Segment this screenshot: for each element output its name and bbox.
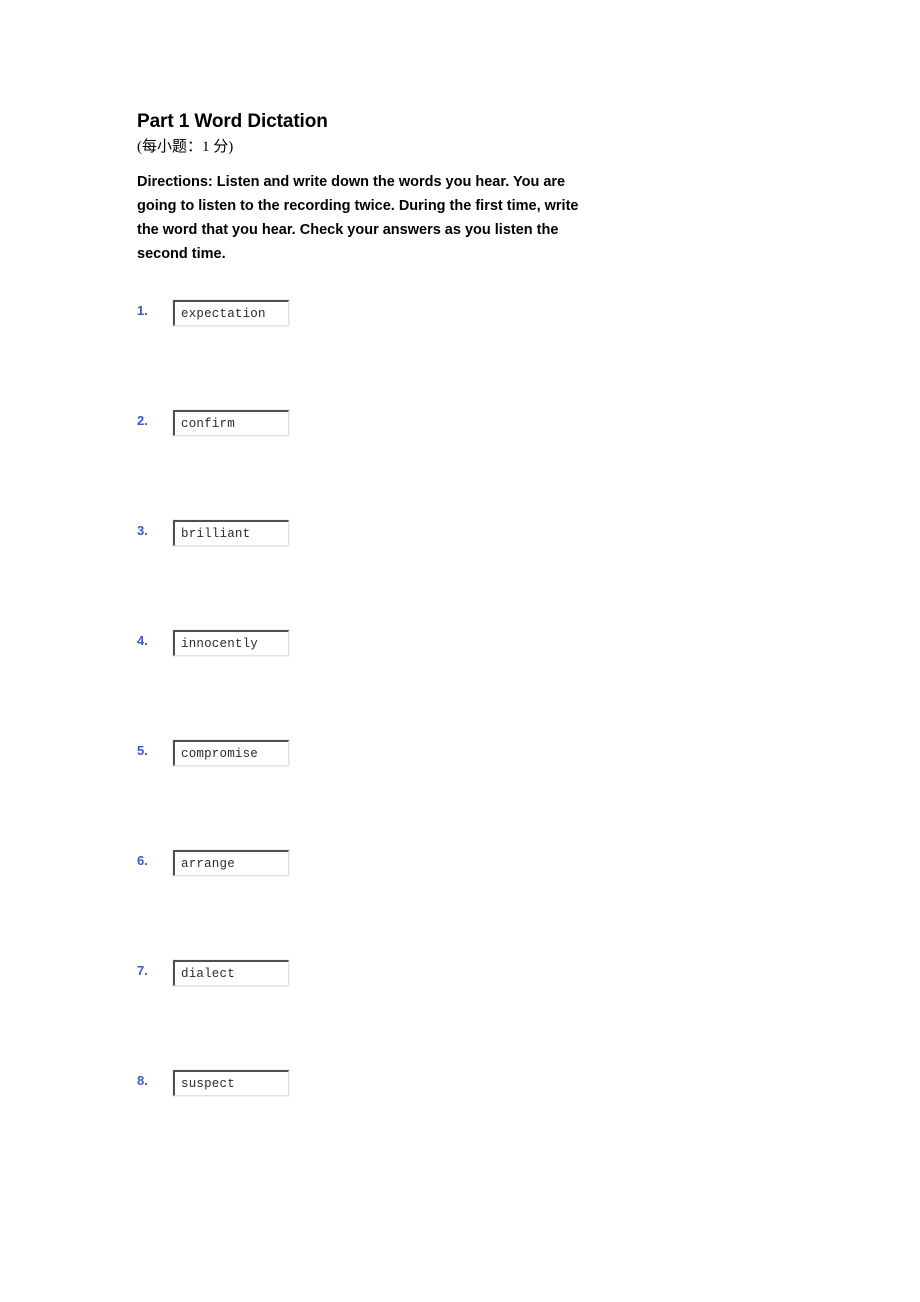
answer-input-3[interactable]: brilliant bbox=[172, 519, 290, 547]
answer-value: confirm bbox=[181, 416, 235, 431]
list-item: 8. suspect bbox=[137, 1069, 757, 1180]
list-item: 5. compromise bbox=[137, 739, 757, 850]
answer-value: dialect bbox=[181, 966, 235, 981]
answer-value: suspect bbox=[181, 1076, 235, 1091]
list-item: 1. expectation bbox=[137, 299, 757, 410]
document-header: Part 1 Word Dictation (每小题：1 分) Directio… bbox=[137, 110, 757, 266]
answer-value: compromise bbox=[181, 746, 259, 761]
list-item: 2. confirm bbox=[137, 409, 757, 520]
list-item: 7. dialect bbox=[137, 959, 757, 1070]
score-note: (每小题：1 分) bbox=[137, 139, 234, 155]
item-number: 2. bbox=[137, 413, 148, 428]
answer-input-1[interactable]: expectation bbox=[172, 299, 290, 327]
answer-input-5[interactable]: compromise bbox=[172, 739, 290, 767]
list-item: 3. brilliant bbox=[137, 519, 757, 630]
item-number: 5. bbox=[137, 743, 148, 758]
list-item: 4. innocently bbox=[137, 629, 757, 740]
item-number: 8. bbox=[137, 1073, 148, 1088]
answer-input-7[interactable]: dialect bbox=[172, 959, 290, 987]
item-number: 4. bbox=[137, 633, 148, 648]
directions-text: Directions: Listen and write down the wo… bbox=[137, 174, 579, 262]
item-number: 3. bbox=[137, 523, 148, 538]
item-number: 1. bbox=[137, 303, 148, 318]
item-number: 7. bbox=[137, 963, 148, 978]
answer-value: arrange bbox=[181, 856, 235, 871]
answer-value: expectation bbox=[181, 306, 266, 321]
list-item: 6. arrange bbox=[137, 849, 757, 960]
answer-value: brilliant bbox=[181, 526, 251, 541]
page-title: Part 1 Word Dictation bbox=[137, 111, 328, 132]
answer-value: innocently bbox=[181, 636, 259, 651]
item-number: 6. bbox=[137, 853, 148, 868]
document-page: Part 1 Word Dictation (每小题：1 分) Directio… bbox=[0, 0, 920, 1302]
dictation-items-list: 1. expectation 2. confirm 3. brilliant 4… bbox=[137, 299, 757, 1180]
answer-input-2[interactable]: confirm bbox=[172, 409, 290, 437]
answer-input-8[interactable]: suspect bbox=[172, 1069, 290, 1097]
answer-input-4[interactable]: innocently bbox=[172, 629, 290, 657]
answer-input-6[interactable]: arrange bbox=[172, 849, 290, 877]
